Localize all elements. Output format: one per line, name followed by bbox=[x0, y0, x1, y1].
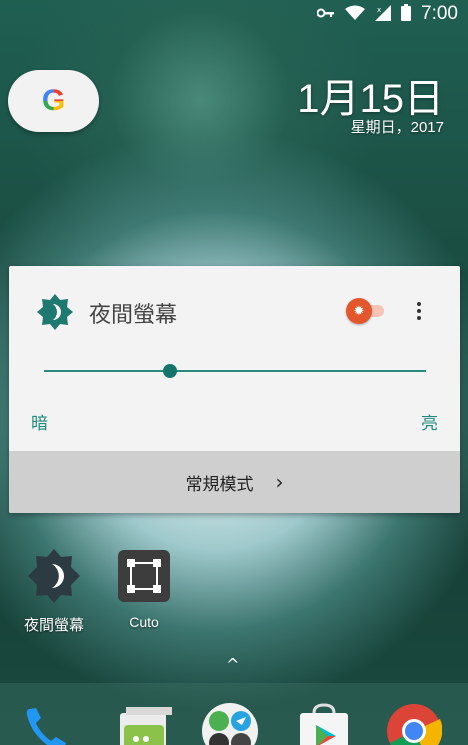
vpn-key-icon bbox=[316, 7, 335, 22]
wifi-icon bbox=[345, 5, 366, 24]
clock-weekday: 星期日，2017 bbox=[350, 119, 444, 136]
svg-text:x: x bbox=[377, 6, 381, 14]
widget-header: 夜間螢幕 ✹ bbox=[9, 266, 460, 356]
app-drawer-handle[interactable]: ^ bbox=[226, 655, 239, 674]
play-store-icon[interactable] bbox=[296, 703, 352, 745]
app-label: 夜間螢幕 bbox=[23, 616, 84, 634]
cuto-icon bbox=[116, 548, 172, 604]
google-icon: G bbox=[41, 84, 66, 117]
app-cuto[interactable]: Cuto bbox=[104, 548, 184, 630]
night-screen-toggle[interactable]: ✹ bbox=[346, 298, 388, 324]
status-bar: x 7:00 bbox=[0, 0, 468, 28]
mode-label: 常規模式 bbox=[185, 474, 254, 495]
label-dark: 暗 bbox=[31, 414, 48, 434]
chrome-icon[interactable] bbox=[386, 703, 443, 745]
night-screen-widget: 夜間螢幕 ✹ 暗 亮 常規模式 › bbox=[9, 266, 460, 513]
dock bbox=[0, 683, 468, 745]
messages-icon[interactable] bbox=[116, 703, 172, 745]
night-screen-icon bbox=[26, 548, 82, 604]
app-folder-icon[interactable] bbox=[202, 703, 258, 745]
google-search-button[interactable]: G bbox=[8, 70, 99, 132]
label-bright: 亮 bbox=[421, 414, 438, 434]
more-vert-icon[interactable] bbox=[409, 296, 429, 326]
phone-icon[interactable] bbox=[22, 703, 78, 745]
brightness-slider[interactable] bbox=[44, 361, 426, 381]
battery-icon bbox=[401, 4, 412, 24]
status-time: 7:00 bbox=[421, 3, 458, 24]
slider-thumb[interactable] bbox=[163, 364, 178, 378]
chevron-right-icon: › bbox=[275, 470, 284, 494]
mode-button[interactable]: 常規模式 › bbox=[9, 451, 460, 513]
widget-title: 夜間螢幕 bbox=[89, 303, 178, 328]
sun-icon: ✹ bbox=[346, 298, 372, 324]
app-night-screen[interactable]: 夜間螢幕 bbox=[14, 548, 94, 635]
slider-rail bbox=[44, 370, 426, 372]
moon-gear-icon bbox=[36, 293, 74, 331]
app-label: Cuto bbox=[129, 614, 159, 630]
signal-icon: x bbox=[375, 4, 392, 24]
